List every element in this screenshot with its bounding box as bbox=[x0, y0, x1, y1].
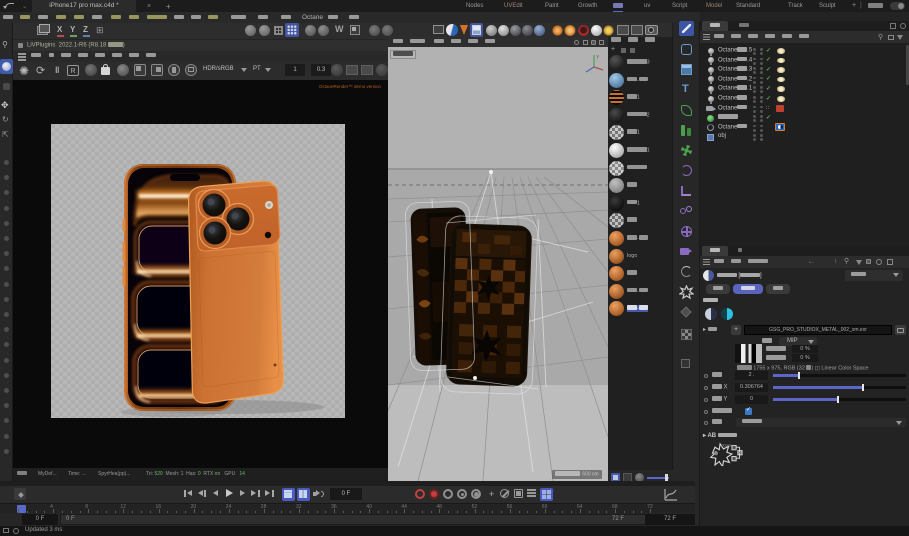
svg-text:Octane: Octane bbox=[721, 443, 732, 447]
svg-text:Y: Y bbox=[596, 55, 600, 61]
